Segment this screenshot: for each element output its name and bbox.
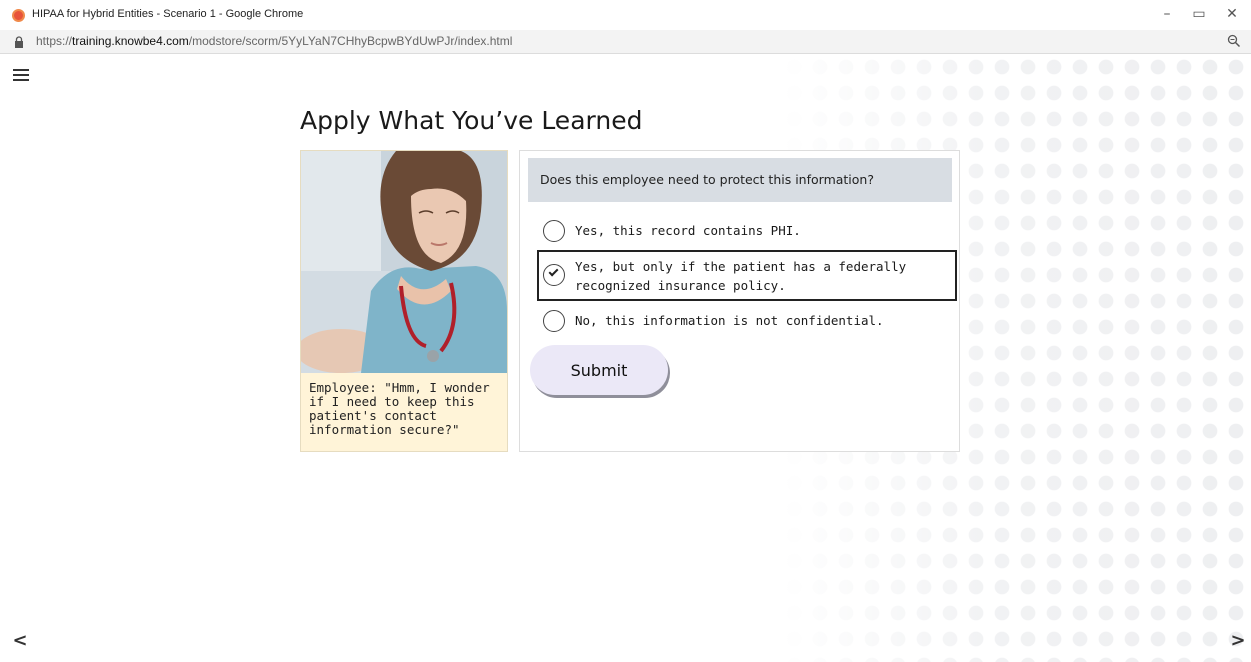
- scenario-caption: Employee: "Hmm, I wonder if I need to ke…: [309, 380, 490, 437]
- question-header: Does this employee need to protect this …: [528, 158, 952, 202]
- nurse-illustration: [301, 151, 507, 373]
- radio-button-empty[interactable]: [543, 310, 565, 332]
- url-prefix: https://: [36, 34, 73, 48]
- course-content: Apply What You’ve Learned Employee: "Hmm…: [0, 54, 1251, 662]
- next-slide-button[interactable]: >: [1228, 629, 1248, 651]
- submit-button[interactable]: Submit: [530, 345, 668, 395]
- url-text[interactable]: https://training.knowbe4.com/modstore/sc…: [36, 34, 512, 48]
- question-prompt: Does this employee need to protect this …: [540, 172, 874, 187]
- answer-option-2[interactable]: Yes, but only if the patient has a feder…: [537, 250, 957, 301]
- previous-slide-button[interactable]: <: [10, 629, 30, 651]
- radio-button-checked[interactable]: [543, 264, 565, 286]
- question-card: Does this employee need to protect this …: [519, 150, 960, 452]
- window-title: HIPAA for Hybrid Entities - Scenario 1 -…: [32, 8, 304, 20]
- hamburger-menu-icon[interactable]: [11, 66, 31, 84]
- browser-app-icon: [12, 9, 25, 22]
- close-window-button[interactable]: ✕: [1221, 4, 1243, 24]
- zoom-icon[interactable]: [1227, 34, 1241, 48]
- checkmark-icon: [548, 266, 559, 277]
- address-bar[interactable]: https://training.knowbe4.com/modstore/sc…: [0, 30, 1251, 54]
- browser-title-bar: HIPAA for Hybrid Entities - Scenario 1 -…: [0, 0, 1251, 30]
- url-domain: training.knowbe4.com: [72, 34, 189, 48]
- answer-option-label: Yes, but only if the patient has a feder…: [575, 259, 907, 293]
- page-title: Apply What You’ve Learned: [300, 106, 643, 135]
- radio-button-empty[interactable]: [543, 220, 565, 242]
- url-path: /modstore/scorm/5YyLYaN7CHhyBcpwBYdUwPJr…: [188, 34, 513, 48]
- answer-option-label: Yes, this record contains PHI.: [575, 223, 801, 238]
- answer-option-label: No, this information is not confidential…: [575, 313, 884, 328]
- minimize-button[interactable]: –: [1156, 4, 1178, 24]
- answer-option-3[interactable]: No, this information is not confidential…: [538, 309, 956, 333]
- restore-button[interactable]: ▭: [1188, 4, 1210, 24]
- answer-option-1[interactable]: Yes, this record contains PHI.: [538, 219, 956, 243]
- scenario-card: Employee: "Hmm, I wonder if I need to ke…: [300, 150, 508, 452]
- lock-icon: [15, 36, 23, 48]
